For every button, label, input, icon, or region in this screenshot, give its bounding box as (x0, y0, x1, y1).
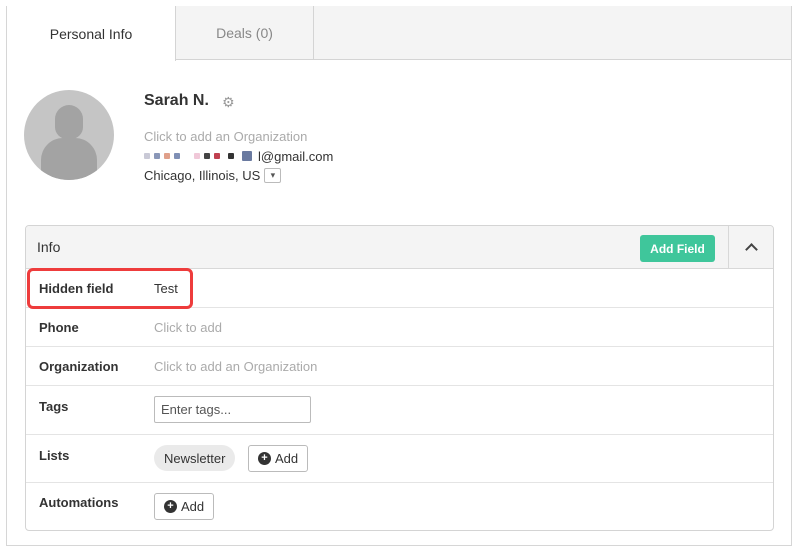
location-text: Chicago, Illinois, US (144, 168, 261, 183)
organization-link[interactable]: Click to add an Organization (144, 129, 307, 144)
avatar (24, 90, 114, 180)
info-panel: Info Add Field Hidden field Test Phone C… (25, 225, 774, 531)
field-label: Phone (39, 320, 79, 335)
list-tag-newsletter[interactable]: Newsletter (154, 445, 236, 471)
add-label: Add (181, 499, 205, 514)
info-header: Info Add Field (26, 226, 773, 269)
avatar-body (41, 138, 97, 180)
add-automation-button[interactable]: + Add (154, 493, 215, 520)
redacted-email-mark (214, 153, 220, 159)
field-label: Tags (39, 399, 69, 414)
field-label: Automations (39, 495, 119, 510)
field-row-organization: Organization Click to add an Organizatio… (26, 347, 773, 386)
tags-input[interactable] (154, 396, 311, 423)
redacted-email-mark (194, 153, 200, 159)
redacted-email-mark (154, 153, 160, 159)
redacted-email-mark (164, 153, 170, 159)
redacted-email-mark (144, 153, 150, 159)
field-row-tags: Tags (26, 386, 773, 435)
chevron-up-icon (744, 243, 758, 256)
redacted-email-mark (174, 153, 180, 159)
plus-circle-icon: + (258, 452, 271, 465)
contact-card: Personal Info Deals (0) Sarah N. ⚙ Click… (6, 6, 792, 546)
field-label: Lists (39, 448, 70, 463)
contact-name: Sarah N. (144, 92, 209, 109)
tab-personal-info[interactable]: Personal Info (7, 6, 176, 61)
phone-value[interactable]: Click to add (154, 320, 222, 335)
email-row: l@gmail.com (144, 148, 333, 164)
user-silhouette-icon (55, 105, 83, 139)
organization-value[interactable]: Click to add an Organization (154, 359, 317, 374)
info-title: Info (37, 239, 61, 255)
location: Chicago, Illinois, US ▾ (144, 168, 282, 183)
email-text[interactable]: l@gmail.com (258, 149, 333, 164)
field-row-phone: Phone Click to add (26, 308, 773, 347)
tab-bar: Personal Info Deals (0) (7, 6, 791, 61)
field-label: Organization (39, 359, 119, 374)
redacted-email-mark (228, 153, 234, 159)
field-row-lists: Lists Newsletter + Add (26, 435, 773, 483)
highlight-annotation (27, 268, 193, 309)
collapse-button[interactable] (728, 226, 773, 269)
plus-circle-icon: + (164, 500, 177, 513)
add-label: Add (275, 451, 299, 466)
redacted-email-mark (204, 153, 210, 159)
redacted-email-mark (242, 151, 252, 161)
add-field-button[interactable]: Add Field (640, 235, 715, 262)
chevron-down-icon[interactable]: ▾ (264, 168, 282, 183)
tab-deals[interactable]: Deals (0) (176, 6, 314, 60)
add-list-button[interactable]: + Add (248, 445, 309, 472)
gear-icon[interactable]: ⚙ (222, 94, 235, 111)
field-row-automations: Automations + Add (26, 483, 773, 530)
